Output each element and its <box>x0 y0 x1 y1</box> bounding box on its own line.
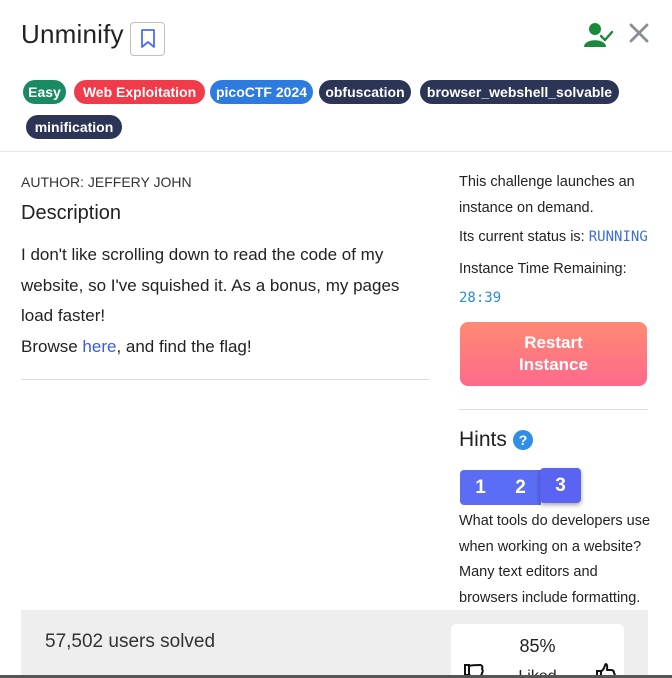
status-value: RUNNING <box>588 229 648 245</box>
tag-obfuscation[interactable]: obfuscation <box>319 80 411 104</box>
stats-footer: 57,502 users solved 85% Liked <box>21 610 648 678</box>
restart-label-line1: Restart <box>524 333 583 352</box>
solved-count: 57,502 users solved <box>45 631 216 652</box>
description-body: I don't like scrolling down to read the … <box>21 245 400 325</box>
restart-instance-button[interactable]: Restart Instance <box>460 322 647 386</box>
hint-button-3[interactable]: 3 <box>540 468 581 503</box>
rating-percent: 85% <box>519 636 556 656</box>
close-icon[interactable] <box>628 22 650 44</box>
description-heading: Description <box>21 202 122 224</box>
browse-prefix: Browse <box>21 336 83 356</box>
browse-suffix: , and find the flag! <box>116 336 252 356</box>
divider <box>459 409 648 410</box>
rating-card: 85% Liked <box>451 624 624 678</box>
hint-button-group: 1 2 3 <box>460 468 581 505</box>
help-icon[interactable]: ? <box>513 430 533 450</box>
tag-difficulty[interactable]: Easy <box>23 80 66 104</box>
tag-category[interactable]: Web Exploitation <box>74 80 205 104</box>
instance-info-line2: instance on demand. <box>459 200 594 216</box>
instance-info-line1: This challenge launches an <box>459 174 635 190</box>
time-remaining: 28:39 <box>459 290 502 306</box>
instance-link[interactable]: here <box>82 337 116 356</box>
hint-text: What tools do developers use when workin… <box>459 513 651 607</box>
divider <box>21 379 429 380</box>
hints-heading: Hints <box>459 428 507 451</box>
tag-event[interactable]: picoCTF 2024 <box>210 80 313 104</box>
tag-minification[interactable]: minification <box>26 115 122 139</box>
instance-status: Its current status is: RUNNING <box>459 229 648 245</box>
hint-button-1[interactable]: 1 <box>460 470 501 505</box>
challenge-title: Unminify <box>21 19 124 49</box>
tag-webshell[interactable]: browser_webshell_solvable <box>420 80 619 104</box>
status-label: Its current status is: <box>459 229 589 245</box>
time-label: Instance Time Remaining: <box>459 261 627 277</box>
description-text: I don't like scrolling down to read the … <box>21 240 431 362</box>
restart-label-line2: Instance <box>519 355 588 374</box>
hint-button-2[interactable]: 2 <box>500 470 541 505</box>
user-check-icon[interactable] <box>584 22 614 48</box>
challenge-header: Unminify Easy Web Exploitation picoCTF 2… <box>0 0 672 152</box>
author-label: AUTHOR: JEFFERY JOHN <box>21 174 192 190</box>
bookmark-icon <box>140 29 155 48</box>
bookmark-button[interactable] <box>130 22 165 56</box>
